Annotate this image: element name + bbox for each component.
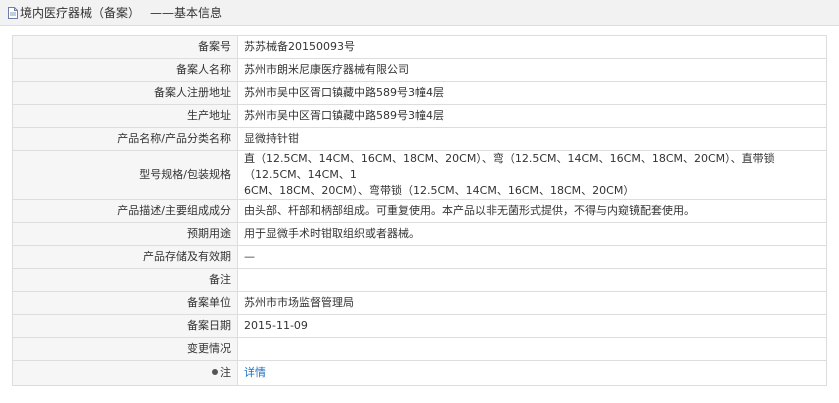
table-row: 注 详情 <box>12 360 827 386</box>
table-row: 型号规格/包装规格 直（12.5CM、14CM、16CM、18CM、20CM）、… <box>12 150 827 200</box>
field-value-line: 直（12.5CM、14CM、16CM、18CM、20CM）、弯（12.5CM、1… <box>244 152 775 181</box>
table-row: 产品描述/主要组成成分 由头部、杆部和柄部组成。可重复使用。本产品以非无菌形式提… <box>12 199 827 223</box>
field-label: 备注 <box>12 268 238 292</box>
table-row: 生产地址 苏州市吴中区胥口镇藏中路589号3幢4层 <box>12 104 827 128</box>
table-row: 预期用途 用于显微手术时钳取组织或者器械。 <box>12 222 827 246</box>
page-title: 境内医疗器械（备案） <box>20 6 141 20</box>
field-label: 注 <box>12 360 238 386</box>
table-row: 产品存储及有效期 — <box>12 245 827 269</box>
table-row: 备案号 苏苏械备20150093号 <box>12 35 827 59</box>
field-label: 备案单位 <box>12 291 238 315</box>
field-value <box>237 268 827 292</box>
field-value: 苏州市吴中区胥口镇藏中路589号3幢4层 <box>237 81 827 105</box>
field-label: 产品存储及有效期 <box>12 245 238 269</box>
field-label: 备案人注册地址 <box>12 81 238 105</box>
note-label: 注 <box>220 366 231 379</box>
field-value: 2015-11-09 <box>237 314 827 338</box>
document-icon <box>8 6 18 19</box>
table-row: 变更情况 <box>12 337 827 361</box>
field-value: — <box>237 245 827 269</box>
field-value-line: 6CM、18CM、20CM）、弯带锁（12.5CM、14CM、16CM、18CM… <box>244 184 635 197</box>
page-subtitle: ——基本信息 <box>150 6 223 20</box>
table-row: 产品名称/产品分类名称 显微持针钳 <box>12 127 827 151</box>
field-label: 预期用途 <box>12 222 238 246</box>
table-row: 备案单位 苏州市市场监督管理局 <box>12 291 827 315</box>
field-value: 显微持针钳 <box>237 127 827 151</box>
table-row: 备案日期 2015-11-09 <box>12 314 827 338</box>
field-value: 苏州市吴中区胥口镇藏中路589号3幢4层 <box>237 104 827 128</box>
field-label: 备案日期 <box>12 314 238 338</box>
field-value: 苏州市市场监督管理局 <box>237 291 827 315</box>
field-value: 详情 <box>237 360 827 386</box>
field-label: 型号规格/包装规格 <box>12 150 238 200</box>
field-value <box>237 337 827 361</box>
field-label: 备案人名称 <box>12 58 238 82</box>
field-label: 变更情况 <box>12 337 238 361</box>
field-value: 苏州市朗米尼康医疗器械有限公司 <box>237 58 827 82</box>
detail-table: 备案号 苏苏械备20150093号 备案人名称 苏州市朗米尼康医疗器械有限公司 … <box>12 35 827 386</box>
details-link[interactable]: 详情 <box>244 366 266 379</box>
field-value: 直（12.5CM、14CM、16CM、18CM、20CM）、弯（12.5CM、1… <box>237 150 827 200</box>
field-label: 备案号 <box>12 35 238 59</box>
table-row: 备案人名称 苏州市朗米尼康医疗器械有限公司 <box>12 58 827 82</box>
field-value: 苏苏械备20150093号 <box>237 35 827 59</box>
table-row: 备注 <box>12 268 827 292</box>
pin-icon <box>212 369 218 375</box>
field-label: 产品描述/主要组成成分 <box>12 199 238 223</box>
page-header: 境内医疗器械（备案） ——基本信息 <box>0 0 839 26</box>
field-value: 用于显微手术时钳取组织或者器械。 <box>237 222 827 246</box>
field-value: 由头部、杆部和柄部组成。可重复使用。本产品以非无菌形式提供，不得与内窥镜配套使用… <box>237 199 827 223</box>
field-label: 生产地址 <box>12 104 238 128</box>
table-row: 备案人注册地址 苏州市吴中区胥口镇藏中路589号3幢4层 <box>12 81 827 105</box>
field-label: 产品名称/产品分类名称 <box>12 127 238 151</box>
